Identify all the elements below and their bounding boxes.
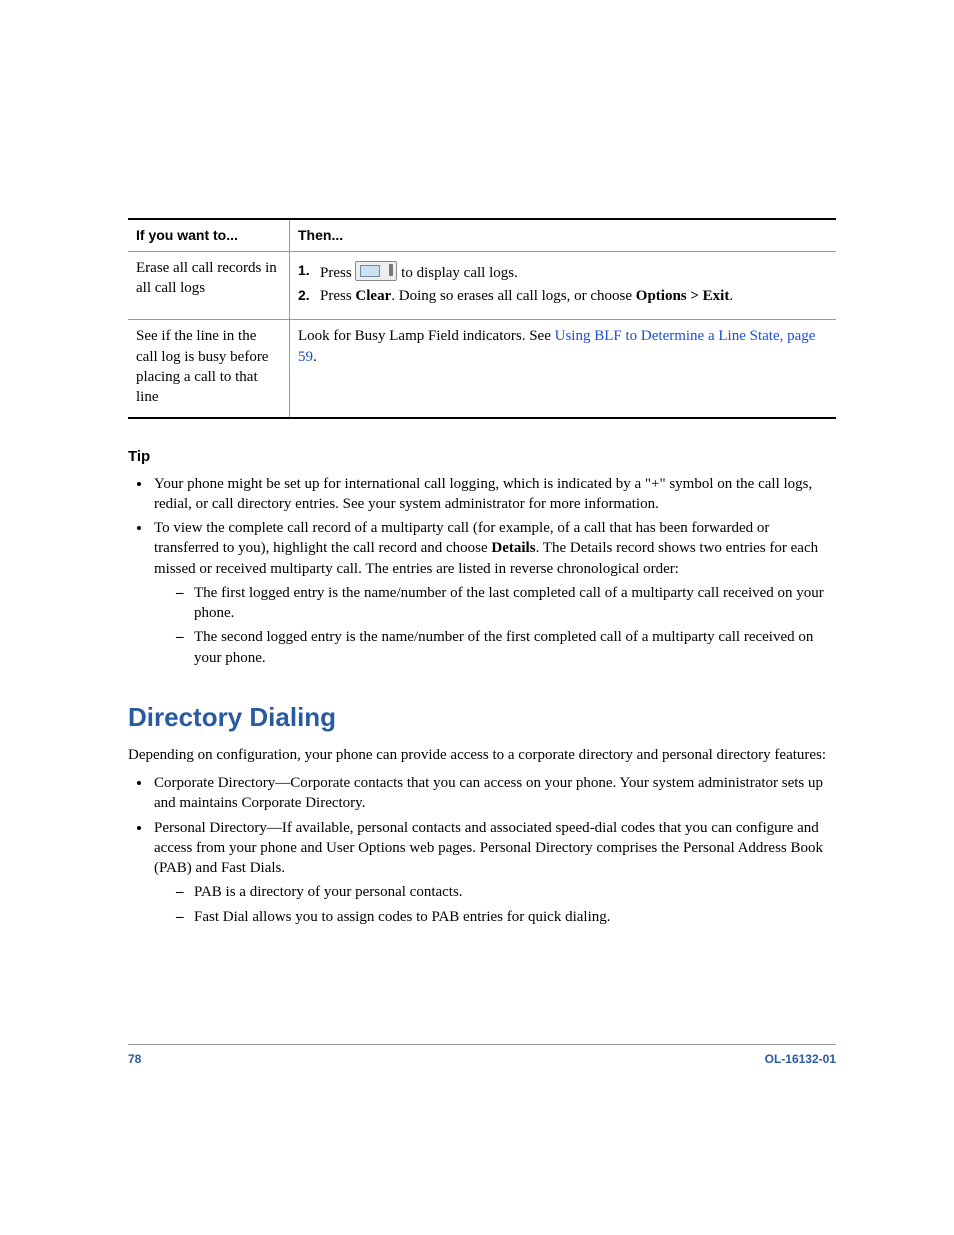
blf-text-b: . <box>313 349 317 365</box>
footer-doc-id: OL-16132-01 <box>765 1051 836 1067</box>
step2-c: . <box>729 288 733 304</box>
tip-sub-1: The first logged entry is the name/numbe… <box>176 583 836 624</box>
cell-want-erase: Erase all call records in all call logs <box>128 251 290 320</box>
step2-b: . Doing so erases all call logs, or choo… <box>391 288 636 304</box>
step2-a: Press <box>320 288 355 304</box>
table-row: Erase all call records in all call logs … <box>128 251 836 320</box>
tip2-details: Details <box>491 540 535 556</box>
section-bullet-2: Personal Directory—If available, persona… <box>152 818 836 927</box>
section-sublist: PAB is a directory of your personal cont… <box>154 882 836 927</box>
directories-button-icon <box>355 261 397 281</box>
step2-clear: Clear <box>355 288 391 304</box>
section-heading-directory-dialing: Directory Dialing <box>128 700 836 735</box>
cell-then-erase: 1. Press to display call logs. 2. Press … <box>290 251 837 320</box>
table-header-want: If you want to... <box>128 219 290 251</box>
cell-want-blf: See if the line in the call log is busy … <box>128 320 290 419</box>
tip-item-2: To view the complete call record of a mu… <box>152 518 836 668</box>
section-list: Corporate Directory—Corporate contacts t… <box>128 773 836 927</box>
blf-text-a: Look for Busy Lamp Field indicators. See <box>298 328 555 344</box>
section-sub-1: PAB is a directory of your personal cont… <box>176 882 836 902</box>
page-container: If you want to... Then... Erase all call… <box>0 0 954 1235</box>
section-bullet-1: Corporate Directory—Corporate contacts t… <box>152 773 836 814</box>
tip-list: Your phone might be set up for internati… <box>128 474 836 668</box>
step2-options: Options > Exit <box>636 288 730 304</box>
cell-then-blf: Look for Busy Lamp Field indicators. See… <box>290 320 837 419</box>
footer-page-number: 78 <box>128 1051 141 1067</box>
tip-sublist: The first logged entry is the name/numbe… <box>154 583 836 668</box>
table-header-then: Then... <box>290 219 837 251</box>
tip-heading: Tip <box>128 447 836 467</box>
tip-item-1: Your phone might be set up for internati… <box>152 474 836 515</box>
instruction-table: If you want to... Then... Erase all call… <box>128 218 836 419</box>
page-footer: 78 OL-16132-01 <box>128 1044 836 1067</box>
step-1: 1. Press to display call logs. <box>298 261 828 283</box>
section-intro: Depending on configuration, your phone c… <box>128 745 836 765</box>
section-bullet-2-text: Personal Directory—If available, persona… <box>154 820 823 877</box>
section-sub-2: Fast Dial allows you to assign codes to … <box>176 907 836 927</box>
step1-text-b: to display call logs. <box>401 265 518 281</box>
step1-text-a: Press <box>320 265 355 281</box>
step-2: 2. Press Clear. Doing so erases all call… <box>298 286 828 306</box>
tip-sub-2: The second logged entry is the name/numb… <box>176 627 836 668</box>
table-row: See if the line in the call log is busy … <box>128 320 836 419</box>
